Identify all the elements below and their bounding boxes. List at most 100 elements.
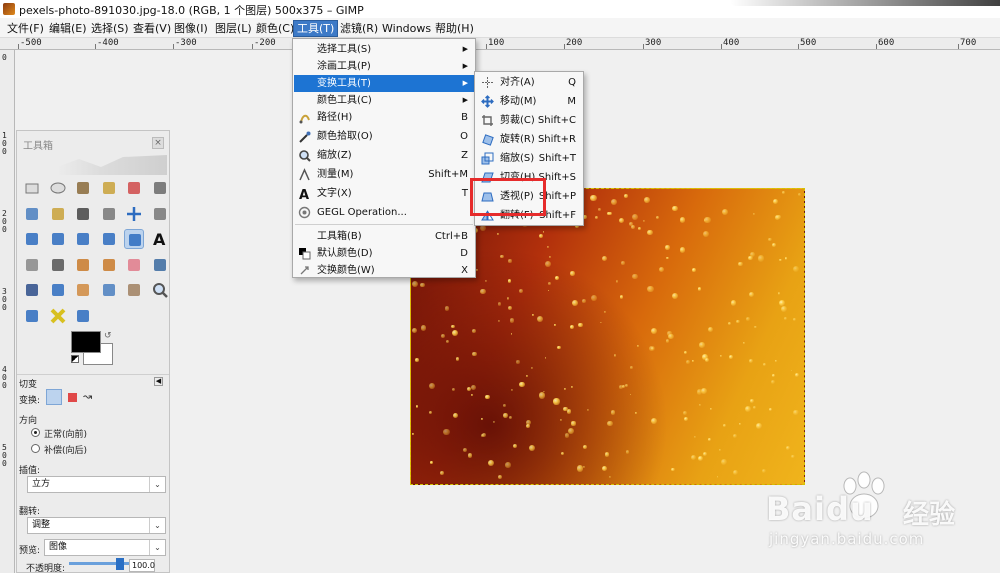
ruler-label: 400 <box>2 365 7 390</box>
transform-path-icon[interactable]: ↝ <box>83 390 92 403</box>
menu-windows[interactable]: Windows <box>379 20 434 37</box>
select-by-color-icon[interactable] <box>124 178 144 198</box>
transform-menu-item[interactable]: 移动(M) M <box>476 93 582 110</box>
direction-forward-radio[interactable] <box>31 428 40 437</box>
transform-menu-item[interactable]: 对齐(A) Q <box>476 74 582 91</box>
interpolation-select[interactable]: 立方 ⌄ <box>27 476 166 493</box>
bucket-fill-icon[interactable] <box>22 255 42 275</box>
vertical-ruler[interactable]: 0 100 200 300 400 500 <box>0 50 15 573</box>
menu-layer[interactable]: 图层(L) <box>212 20 255 37</box>
water-droplet <box>531 313 534 316</box>
ellipse-select-icon[interactable] <box>48 178 68 198</box>
tools-menu-item[interactable]: 工具箱(B) Ctrl+B <box>294 228 474 245</box>
tools-menu-item[interactable]: A 文字(X) T <box>294 185 474 203</box>
dodge-burn-icon[interactable] <box>124 280 144 300</box>
menu-view[interactable]: 查看(V) <box>130 20 174 37</box>
tools-menu-item[interactable]: GEGL Operation... <box>294 204 474 221</box>
menu-filters[interactable]: 滤镜(R) <box>337 20 381 37</box>
tools-menu-item[interactable]: 路径(H) B <box>294 109 474 126</box>
scale-icon[interactable] <box>73 229 93 249</box>
ruler-label: -500 <box>20 38 42 48</box>
text-icon[interactable]: A <box>150 229 170 249</box>
cage-icon[interactable] <box>48 306 68 326</box>
gimp-app-icon <box>3 3 15 15</box>
paintbrush-icon[interactable] <box>99 255 119 275</box>
menu-image[interactable]: 图像(I) <box>171 20 211 37</box>
tools-menu-item[interactable]: 缩放(Z) Z <box>294 147 474 164</box>
tools-menu-item[interactable]: 颜色工具(C) ▶ <box>294 92 474 109</box>
water-droplet <box>516 360 520 364</box>
perspective-icon[interactable] <box>124 229 144 249</box>
foreground-select-icon[interactable] <box>22 204 42 224</box>
menu-item-shortcut: Ctrl+B <box>434 231 468 242</box>
menu-tools[interactable]: 工具(T) <box>293 20 339 37</box>
measure-icon[interactable] <box>99 204 119 224</box>
water-droplet <box>619 217 625 223</box>
menu-item-label: 缩放(Z) <box>317 150 352 161</box>
water-droplet <box>784 257 788 260</box>
rotate-icon[interactable] <box>48 229 68 249</box>
water-droplet <box>707 326 713 332</box>
ruler-label: 300 <box>645 38 662 48</box>
align-icon[interactable] <box>150 204 170 224</box>
eraser-icon[interactable] <box>124 255 144 275</box>
horizontal-ruler[interactable]: -500-400-300-200-10001002003004005006007… <box>0 38 1000 50</box>
tools-menu-item[interactable]: 变换工具(T) ▶ <box>294 75 474 92</box>
window-shadow <box>730 0 1000 6</box>
water-droplet <box>497 474 503 480</box>
water-droplet <box>604 451 610 457</box>
tools-menu-item[interactable]: 交换颜色(W) X <box>294 262 474 279</box>
options-menu-icon[interactable]: ◀ <box>154 377 163 386</box>
paths-icon[interactable] <box>48 204 68 224</box>
heal-icon[interactable] <box>73 280 93 300</box>
transform-layer-icon[interactable] <box>46 389 62 405</box>
tools-menu-item[interactable]: 默认颜色(D) D <box>294 245 474 262</box>
clipping-select[interactable]: 调整 ⌄ <box>27 517 166 534</box>
transform-menu-item[interactable]: 缩放(S) Shift+T <box>476 150 582 167</box>
rect-select-icon[interactable] <box>22 178 42 198</box>
tools-menu-item[interactable]: 颜色拾取(O) O <box>294 128 474 145</box>
toolbox-close-button[interactable]: × <box>152 137 164 149</box>
foreground-color-swatch-top[interactable] <box>71 331 101 353</box>
clone-icon[interactable] <box>48 280 68 300</box>
menu-file[interactable]: 文件(F) <box>4 20 47 37</box>
opacity-slider-handle[interactable] <box>116 558 124 570</box>
swap-colors-icon[interactable]: ↺ <box>104 331 112 341</box>
direction-backward-radio[interactable] <box>31 444 40 453</box>
menu-select[interactable]: 选择(S) <box>88 20 132 37</box>
transform-selection-icon[interactable] <box>68 393 77 402</box>
blur-icon[interactable] <box>99 280 119 300</box>
tools-menu-item[interactable]: 测量(M) Shift+M <box>294 166 474 183</box>
move-icon[interactable] <box>124 204 144 224</box>
ink-icon[interactable] <box>22 280 42 300</box>
water-droplet <box>570 325 574 330</box>
water-droplet <box>691 454 697 460</box>
pencil-icon[interactable] <box>73 255 93 275</box>
menu-help[interactable]: 帮助(H) <box>432 20 477 37</box>
free-select-icon[interactable] <box>73 178 93 198</box>
menu-edit[interactable]: 编辑(E) <box>46 20 90 37</box>
water-droplet <box>590 194 597 202</box>
gradient-icon[interactable] <box>48 255 68 275</box>
water-droplet <box>546 245 550 249</box>
opacity-value[interactable]: 100.0 <box>129 559 155 572</box>
transform-menu-item[interactable]: 旋转(R) Shift+R <box>476 131 582 148</box>
tools-menu-item[interactable]: 选择工具(S) ▶ <box>294 41 474 58</box>
default-colors-icon[interactable] <box>71 355 79 363</box>
flip-icon[interactable] <box>22 306 42 326</box>
fuzzy-select-icon[interactable] <box>99 178 119 198</box>
transform-menu-item[interactable]: 剪裁(C) Shift+C <box>476 112 582 129</box>
water-droplet <box>752 213 755 215</box>
airbrush-icon[interactable] <box>150 255 170 275</box>
water-droplet <box>774 359 778 363</box>
shear-icon[interactable] <box>99 229 119 249</box>
scissors-select-icon[interactable] <box>150 178 170 198</box>
smudge-icon[interactable] <box>73 306 93 326</box>
crop-icon[interactable] <box>22 229 42 249</box>
menu-colors[interactable]: 颜色(C) <box>253 20 297 37</box>
tools-menu-item[interactable]: 涂画工具(P) ▶ <box>294 58 474 75</box>
preview-select[interactable]: 图像 ⌄ <box>44 539 166 556</box>
zoom-icon[interactable] <box>150 280 170 300</box>
color-picker-icon[interactable] <box>73 204 93 224</box>
water-droplet <box>772 198 778 204</box>
